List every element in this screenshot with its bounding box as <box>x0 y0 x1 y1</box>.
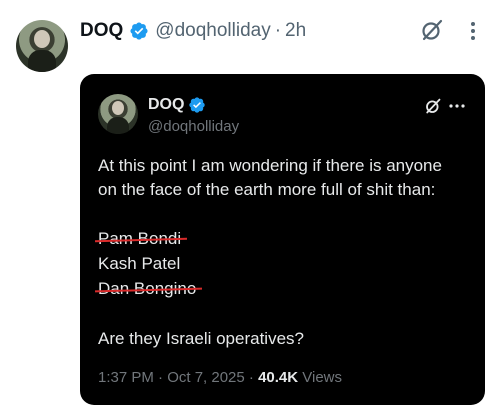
quoted-question: Are they Israeli operatives? <box>98 329 304 348</box>
grok-icon[interactable] <box>418 16 446 44</box>
quoted-text-line: on the face of the earth more full of sh… <box>98 180 436 199</box>
list-item: Dan Bongino <box>94 279 203 299</box>
list-item: Kash Patel <box>98 254 180 274</box>
avatar[interactable] <box>16 20 68 72</box>
post-time[interactable]: 2h <box>285 20 306 42</box>
struck-name: Dan Bongino <box>94 279 203 299</box>
avatar-body <box>28 50 56 72</box>
quoted-text-line: At this point I am wondering if there is… <box>98 156 442 175</box>
separator-dot: · <box>274 20 282 41</box>
verified-badge-icon <box>188 96 206 114</box>
name-text: Kash Patel <box>98 254 181 273</box>
verified-badge-icon <box>129 21 149 41</box>
quoted-avatar-head <box>112 101 124 115</box>
struck-name: Pam Bondi <box>94 229 188 249</box>
quoted-author: DOQ <box>148 96 206 114</box>
quoted-author-name[interactable]: DOQ <box>148 96 184 114</box>
quoted-avatar-body <box>107 117 129 134</box>
list-item: Pam Bondi <box>94 229 188 249</box>
post-meta: 1:37 PM · Oct 7, 2025 · 40.4K Views <box>98 369 342 386</box>
post-timestamp[interactable]: 1:37 PM · Oct 7, 2025 · <box>98 369 258 386</box>
author-handle[interactable]: @doqholliday <box>155 20 270 42</box>
quoted-avatar[interactable] <box>98 94 138 134</box>
quoted-post-card[interactable]: DOQ @doqholliday At this point I am wond… <box>80 74 485 405</box>
grok-icon[interactable] <box>423 96 443 116</box>
quoted-author-handle[interactable]: @doqholliday <box>148 118 239 135</box>
more-icon[interactable] <box>462 20 484 42</box>
post-header: DOQ @doqholliday · 2h <box>80 18 306 44</box>
author-name[interactable]: DOQ <box>80 20 123 42</box>
avatar-head <box>34 30 50 48</box>
more-icon[interactable] <box>447 98 467 114</box>
views-count[interactable]: 40.4K <box>258 369 298 386</box>
views-label: Views <box>298 369 343 386</box>
